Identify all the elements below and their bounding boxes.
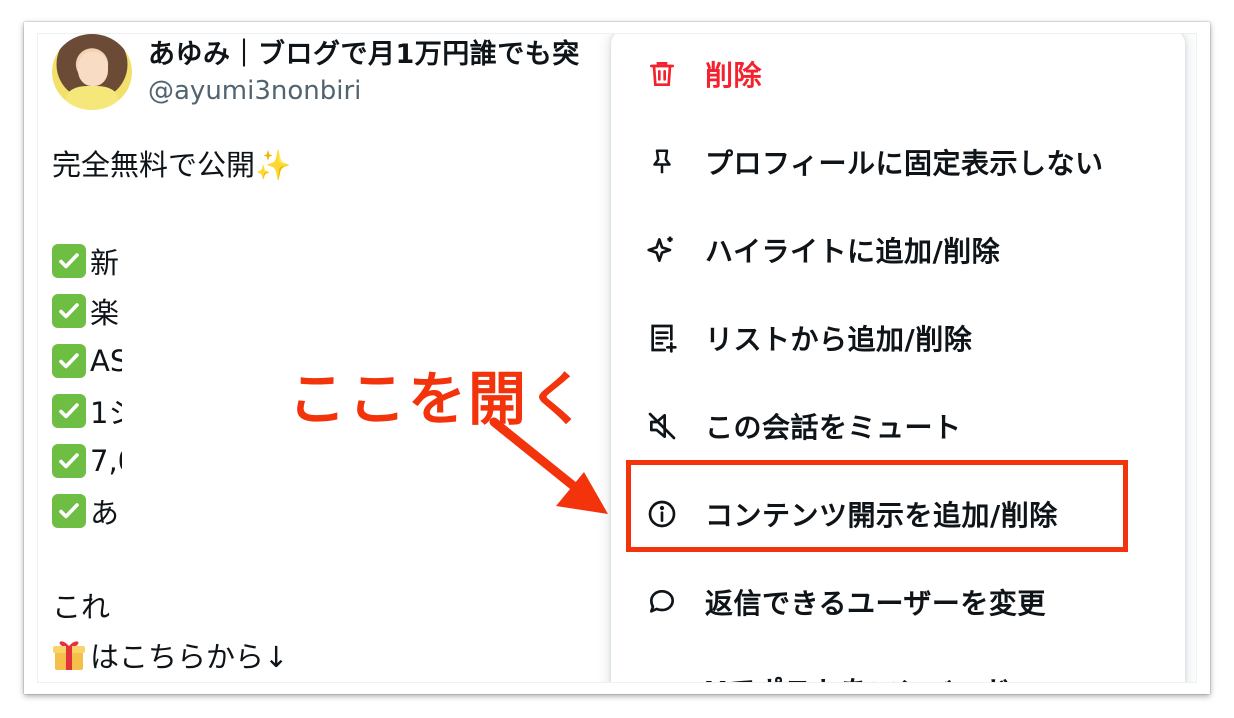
list-item: 1シ — [52, 390, 122, 432]
display-name[interactable]: あゆみ｜ブログで月1万円誰でも突 — [148, 34, 580, 71]
list-item: AS — [52, 340, 122, 382]
menu-item-list[interactable]: リストから追加/削除 — [611, 294, 1185, 382]
reply-bubble-icon — [645, 585, 679, 619]
trash-icon — [645, 57, 679, 91]
pin-icon — [645, 145, 679, 179]
tweet-card: あゆみ｜ブログで月1万円誰でも突 @ayumi3nonbiri 完全無料で公開✨… — [37, 33, 1197, 683]
check-mark-icon — [52, 494, 86, 528]
list-item: 7,0 — [52, 440, 122, 482]
list-item-text: 新 — [90, 246, 120, 280]
check-mark-icon — [52, 394, 86, 428]
tweet-line-link: はこちらから↓ — [52, 634, 288, 676]
menu-item-label: 返信できるユーザーを変更 — [705, 587, 1046, 620]
menu-item-mute-conversation[interactable]: この会話をミュート — [611, 382, 1185, 470]
menu-item-label: リストから追加/削除 — [705, 323, 973, 356]
menu-item-delete[interactable]: 削除 — [611, 34, 1185, 118]
screenshot-frame: あゆみ｜ブログで月1万円誰でも突 @ayumi3nonbiri 完全無料で公開✨… — [24, 22, 1210, 694]
menu-item-label: ハイライトに追加/削除 — [705, 235, 1001, 268]
menu-item-change-reply-settings[interactable]: 返信できるユーザーを変更 — [611, 558, 1185, 646]
gift-icon — [52, 638, 86, 672]
list-add-icon — [645, 321, 679, 355]
menu-item-highlight[interactable]: ハイライトに追加/削除 — [611, 206, 1185, 294]
list-item: 楽 — [52, 290, 122, 332]
menu-item-label: プロフィールに固定表示しない — [705, 147, 1104, 180]
check-mark-icon — [52, 344, 86, 378]
check-mark-icon — [52, 244, 86, 278]
sparkle-icon — [645, 233, 679, 267]
list-item-text: 楽 — [90, 296, 120, 330]
menu-item-label: この会話をミュート — [705, 411, 962, 444]
embed-icon — [645, 673, 679, 682]
tweet-line-cut: これ — [52, 590, 111, 624]
list-item-text: あ — [90, 496, 120, 530]
menu-item-label: Xでポストをエンベッド — [705, 670, 1012, 682]
list-item-text: 1シ — [90, 396, 122, 430]
tweet-line-intro: 完全無料で公開✨ — [52, 148, 292, 182]
mute-icon — [645, 409, 679, 443]
list-item: 新 — [52, 240, 122, 282]
tweet-line-link-text: はこちらから↓ — [90, 640, 289, 674]
list-item-text: AS — [90, 344, 122, 378]
annotation-arrow-icon — [489, 417, 608, 514]
menu-item-label: 削除 — [705, 59, 763, 92]
check-mark-icon — [52, 444, 86, 478]
menu-item-unpin-profile[interactable]: プロフィールに固定表示しない — [611, 118, 1185, 206]
check-mark-icon — [52, 294, 86, 328]
post-options-menu: 削除 プロフィールに固定表示しない ハイライトに追加/削除 リストから追加/削除 — [611, 34, 1185, 682]
avatar[interactable] — [52, 34, 132, 110]
annotation-highlight-box — [626, 460, 1128, 552]
list-item: あ — [52, 490, 122, 532]
user-handle[interactable]: @ayumi3nonbiri — [148, 76, 361, 106]
menu-item-embed[interactable]: Xでポストをエンベッド — [611, 646, 1185, 682]
list-item-text: 7,0 — [90, 444, 122, 478]
